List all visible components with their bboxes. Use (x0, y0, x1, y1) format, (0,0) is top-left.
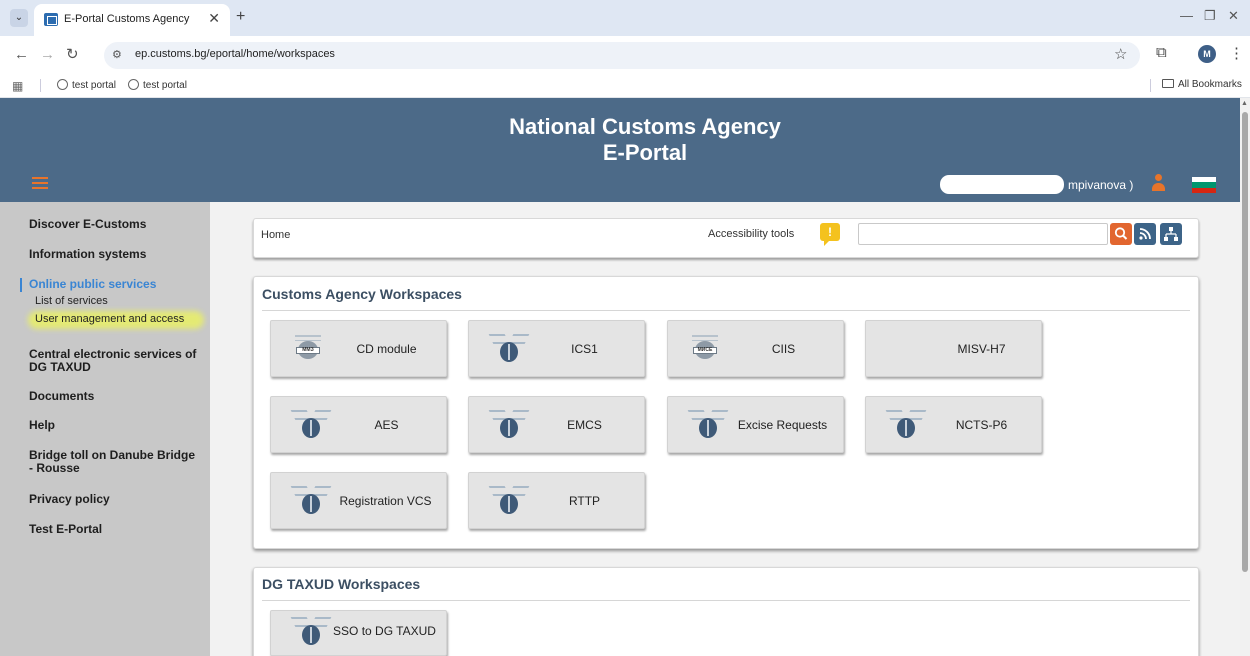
sidebar-item-information-systems[interactable]: Information systems (29, 248, 146, 261)
tile-label: EMCS (567, 418, 602, 432)
customs-emblem-icon (885, 410, 927, 442)
panel-divider (262, 600, 1190, 601)
folder-icon (1162, 79, 1174, 88)
workspace-tile-aes[interactable]: AES (270, 396, 447, 453)
browser-menu-icon[interactable]: ⋮ (1229, 44, 1244, 62)
sidebar-item-privacy-policy[interactable]: Privacy policy (29, 493, 110, 506)
sidebar-subitem-list-of-services[interactable]: List of services (35, 295, 108, 307)
customs-emblem-icon (290, 486, 332, 518)
breadcrumb-home[interactable]: Home (261, 229, 290, 241)
tile-label: MISV-H7 (957, 342, 1006, 356)
workspace-tile-cd-module[interactable]: MMЗ CD module (270, 320, 447, 377)
active-nav-indicator (20, 278, 22, 292)
bulgarian-flag-icon[interactable] (1192, 177, 1216, 193)
url-text[interactable]: ep.customs.bg/eportal/home/workspaces (135, 48, 335, 60)
new-tab-icon[interactable]: + (236, 8, 245, 26)
workspace-tile-rttp[interactable]: RTTP (468, 472, 645, 529)
globe-icon (128, 79, 139, 90)
accessibility-tools-link[interactable]: Accessibility tools (708, 228, 794, 240)
workspace-tile-registration-vcs[interactable]: Registration VCS (270, 472, 447, 529)
sidebar-subitem-user-management[interactable]: User management and access (35, 313, 184, 325)
redacted-user-name (940, 175, 1064, 194)
workspace-tile-ncts-p6[interactable]: NCTS-P6 (865, 396, 1042, 453)
mmz-emblem-icon: MMЗ (293, 335, 323, 363)
customs-emblem-icon (488, 334, 530, 366)
tab-close-icon[interactable]: ✕ (208, 10, 220, 27)
sidebar-item-bridge-toll[interactable]: Bridge toll on Danube Bridge - Rousse (29, 449, 199, 475)
bookmark-test-portal-1[interactable]: test portal (57, 79, 116, 91)
search-button[interactable] (1110, 223, 1132, 245)
browser-tab[interactable]: E-Portal Customs Agency ✕ (34, 4, 230, 36)
bookmark-label: test portal (143, 80, 187, 91)
tile-label: CD module (356, 342, 417, 356)
tab-search-chevron-icon[interactable]: ⌄ (10, 9, 28, 27)
tile-label: ICS1 (571, 342, 598, 356)
customs-emblem-icon (290, 617, 332, 649)
rss-button[interactable] (1134, 223, 1156, 245)
sitemap-icon (1164, 227, 1178, 241)
tile-label: CIIS (771, 342, 796, 356)
tab-title: E-Portal Customs Agency (64, 13, 190, 25)
all-bookmarks-label: All Bookmarks (1178, 79, 1242, 90)
mise-emblem-icon: МИСЕ (690, 335, 720, 363)
all-bookmarks-button[interactable]: All Bookmarks (1162, 79, 1242, 90)
extensions-puzzle-icon[interactable]: ⧉ (1156, 44, 1167, 61)
sidebar-item-documents[interactable]: Documents (29, 390, 94, 403)
portal-title: National Customs Agency (509, 114, 781, 139)
reload-icon[interactable]: ↻ (66, 45, 79, 63)
search-input[interactable] (858, 223, 1108, 245)
sidebar-item-help[interactable]: Help (29, 419, 55, 432)
sidebar-item-online-public-services[interactable]: Online public services (29, 278, 156, 291)
bookmark-star-icon[interactable]: ☆ (1114, 45, 1127, 63)
globe-icon (57, 79, 68, 90)
bookmarks-divider (1150, 79, 1151, 92)
profile-avatar[interactable]: M (1198, 45, 1216, 63)
hamburger-menu-icon[interactable] (32, 177, 48, 191)
panel-divider (262, 310, 1190, 311)
sidebar-item-discover-e-customs[interactable]: Discover E-Customs (29, 218, 146, 231)
workspace-tile-ciis[interactable]: МИСЕ CIIS (667, 320, 844, 377)
restore-icon[interactable]: ❐ (1204, 8, 1216, 24)
sidebar-item-central-electronic-services[interactable]: Central electronic services of DG TAXUD (29, 348, 199, 374)
search-icon (1114, 227, 1128, 240)
apps-grid-icon[interactable]: ▦ (12, 79, 23, 93)
rss-icon (1139, 228, 1151, 240)
accessibility-alert-icon[interactable]: ! (820, 223, 840, 246)
workspace-tile-emcs[interactable]: EMCS (468, 396, 645, 453)
minimize-icon[interactable]: — (1180, 8, 1193, 23)
bookmark-test-portal-2[interactable]: test portal (128, 79, 187, 91)
workspace-tile-excise-requests[interactable]: Excise Requests (667, 396, 844, 453)
tile-label: RTTP (568, 494, 601, 508)
user-profile-icon[interactable] (1150, 174, 1166, 192)
bookmarks-divider (40, 79, 41, 92)
workspace-tile-misv-h7[interactable]: MISV-H7 (865, 320, 1042, 377)
site-favicon-icon (44, 13, 58, 26)
window-close-icon[interactable]: ✕ (1228, 8, 1239, 24)
user-name[interactable]: mpivanova ) (1068, 178, 1133, 192)
site-settings-icon[interactable]: ⚙ (112, 48, 122, 61)
customs-emblem-icon (488, 410, 530, 442)
workspace-tile-sso-dg-taxud[interactable]: SSO to DG TAXUD (270, 610, 447, 656)
customs-emblem-icon (290, 410, 332, 442)
bookmarks-bar (0, 74, 1250, 98)
portal-subtitle: E-Portal (602, 140, 688, 165)
workspace-tile-ics1[interactable]: ICS1 (468, 320, 645, 377)
tile-label: Excise Requests (737, 418, 828, 432)
bookmark-label: test portal (72, 80, 116, 91)
tile-label: AES (374, 418, 399, 432)
tile-label: NCTS-P6 (955, 418, 1008, 432)
tile-label: SSO to DG TAXUD (333, 624, 436, 638)
panel-title: DG TAXUD Workspaces (262, 576, 421, 592)
scrollbar-thumb[interactable] (1242, 112, 1248, 572)
sitemap-button[interactable] (1160, 223, 1182, 245)
customs-emblem-icon (488, 486, 530, 518)
back-arrow-icon[interactable]: ← (14, 46, 29, 63)
tile-label: Registration VCS (339, 494, 432, 508)
panel-title: Customs Agency Workspaces (262, 286, 462, 302)
forward-arrow-icon[interactable]: → (40, 46, 55, 63)
scroll-up-icon[interactable]: ▲ (1241, 100, 1248, 107)
sidebar-item-test-e-portal[interactable]: Test E-Portal (29, 523, 102, 536)
customs-emblem-icon (687, 410, 729, 442)
